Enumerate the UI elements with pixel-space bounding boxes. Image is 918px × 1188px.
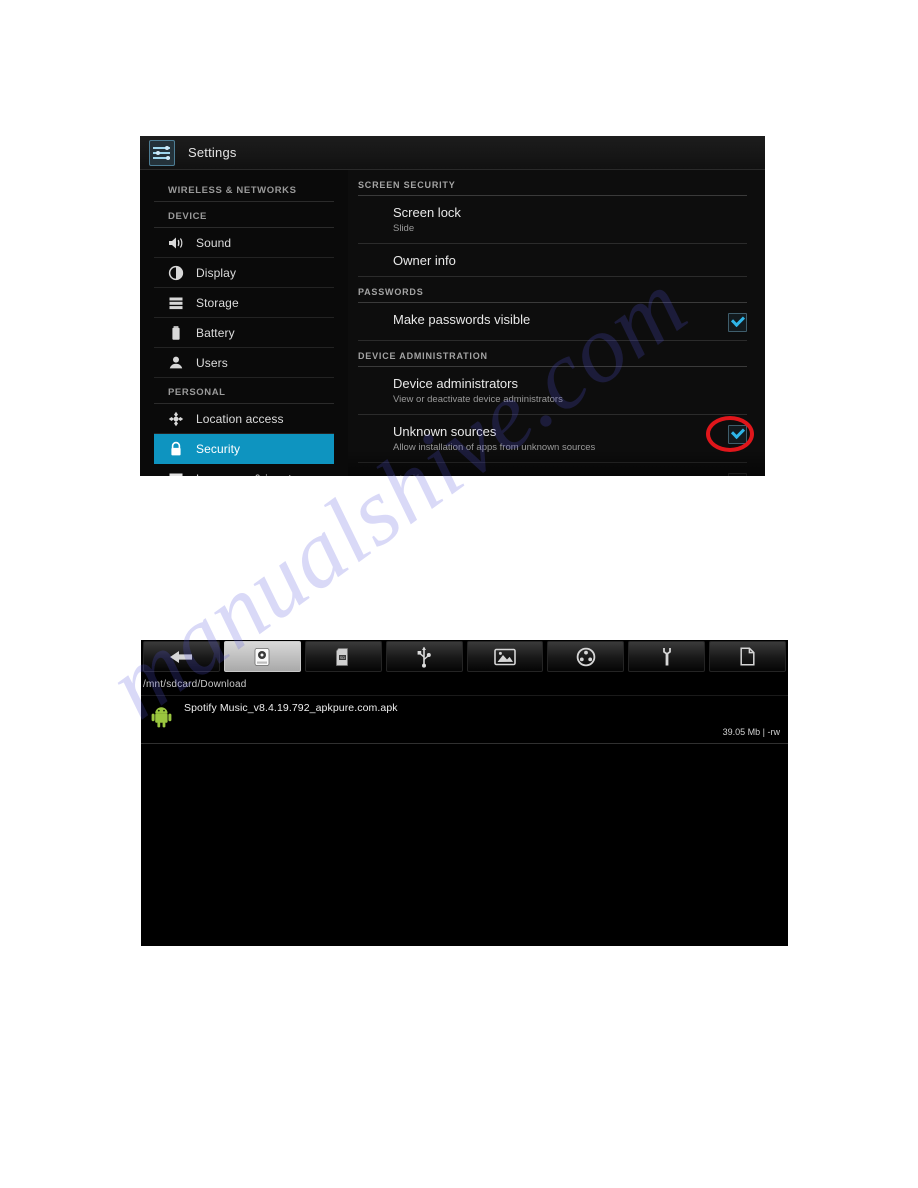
preference-row-verify-apps: Verify apps Disallow or warn before inst… — [358, 463, 747, 476]
preference-subtitle: Allow installation of apps from unknown … — [393, 442, 596, 453]
settings-title-bar: Settings — [140, 136, 765, 170]
section-header-screen-security: SCREEN SECURITY — [358, 170, 747, 196]
file-list-empty-area — [141, 744, 788, 914]
section-header-passwords: PASSWORDS — [358, 277, 747, 303]
user-icon — [168, 355, 184, 371]
sidebar-item-label: Language & input — [196, 472, 292, 477]
document-icon[interactable] — [709, 641, 786, 672]
preference-subtitle: Slide — [393, 223, 415, 234]
settings-body: WIRELESS & NETWORKS DEVICE Sound Display… — [140, 170, 765, 476]
sidebar-item-label: Storage — [196, 295, 239, 310]
sidebar-item-battery[interactable]: Battery — [154, 318, 334, 348]
pref-texts: Owner info — [393, 253, 456, 268]
preference-row-make-passwords-visible[interactable]: Make passwords visible — [358, 303, 747, 341]
preference-row-device-administrators[interactable]: Device administrators View or deactivate… — [358, 367, 747, 415]
sidebar-group-header-device: DEVICE — [154, 202, 334, 228]
android-apk-icon — [151, 705, 172, 728]
usb-icon[interactable] — [385, 641, 463, 672]
pref-texts: Verify apps Disallow or warn before inst… — [393, 472, 665, 476]
sidebar-item-label: Location access — [196, 411, 284, 426]
file-list: Spotify Music_v8.4.19.792_apkpure.com.ap… — [141, 696, 788, 744]
internal-storage-icon[interactable] — [223, 641, 301, 672]
file-manager-toolbar: SD — [141, 640, 788, 673]
sidebar-item-users[interactable]: Users — [154, 348, 334, 378]
file-meta: 39.05 Mb | -rw — [722, 727, 780, 737]
preference-title: Owner info — [393, 253, 456, 268]
android-settings-screenshot: Settings WIRELESS & NETWORKS DEVICE Soun… — [140, 136, 765, 476]
preference-title: Make passwords visible — [393, 312, 531, 327]
sidebar-group-header-wireless: WIRELESS & NETWORKS — [154, 176, 334, 202]
page-title: Settings — [188, 145, 237, 160]
verify-apps-checkbox — [728, 473, 747, 476]
file-name: Spotify Music_v8.4.19.792_apkpure.com.ap… — [184, 702, 398, 714]
sd-card-icon[interactable]: SD — [304, 641, 382, 672]
settings-content-pane: SCREEN SECURITY Screen lock Slide Owner … — [348, 170, 765, 476]
sidebar-item-location-access[interactable]: Location access — [154, 404, 334, 434]
unknown-sources-checkbox[interactable] — [728, 425, 747, 444]
sidebar-item-label: Battery — [196, 325, 235, 340]
storage-icon — [168, 295, 184, 311]
pref-texts: Device administrators View or deactivate… — [393, 376, 563, 406]
list-item[interactable]: Spotify Music_v8.4.19.792_apkpure.com.ap… — [141, 696, 788, 744]
sidebar-item-storage[interactable]: Storage — [154, 288, 334, 318]
svg-text:A: A — [173, 474, 180, 476]
pref-texts: Screen lock Slide — [393, 205, 461, 235]
back-arrow-icon[interactable] — [143, 641, 220, 672]
battery-icon — [168, 325, 184, 341]
sliders-icon — [149, 139, 175, 166]
preference-title: Verify apps — [393, 472, 665, 476]
sidebar-group-header-personal: PERSONAL — [154, 378, 334, 404]
preference-row-unknown-sources[interactable]: Unknown sources Allow installation of ap… — [358, 415, 754, 463]
preference-row-owner-info[interactable]: Owner info — [358, 244, 747, 277]
wrench-icon[interactable] — [628, 641, 706, 672]
lock-icon — [168, 441, 184, 457]
sidebar-item-language-input[interactable]: A Language & input — [154, 464, 334, 476]
preference-title: Unknown sources — [393, 424, 497, 439]
file-manager-screenshot: SD /mnt/sdcard/Download Spotify Music_v8… — [141, 640, 788, 946]
settings-sidebar: WIRELESS & NETWORKS DEVICE Sound Display… — [140, 170, 348, 476]
sidebar-item-security[interactable]: Security — [154, 434, 334, 464]
pref-texts: Make passwords visible — [393, 312, 530, 327]
film-reel-icon[interactable] — [547, 641, 625, 672]
sidebar-item-label: Sound — [196, 235, 232, 250]
preference-row-screen-lock[interactable]: Screen lock Slide — [358, 196, 747, 244]
pref-texts: Unknown sources Allow installation of ap… — [393, 424, 595, 454]
svg-text:SD: SD — [340, 655, 346, 660]
location-crosshair-icon — [168, 411, 184, 427]
sidebar-item-sound[interactable]: Sound — [154, 228, 334, 258]
brightness-icon — [168, 265, 184, 281]
speaker-icon — [168, 235, 184, 251]
preference-title: Device administrators — [393, 376, 518, 391]
sidebar-item-label: Security — [196, 442, 241, 456]
preference-subtitle: View or deactivate device administrators — [393, 394, 563, 405]
section-header-device-administration: DEVICE ADMINISTRATION — [358, 341, 747, 367]
sidebar-item-label: Users — [196, 355, 228, 370]
sidebar-item-display[interactable]: Display — [154, 258, 334, 288]
keyboard-a-icon: A — [168, 471, 184, 476]
sidebar-item-label: Display — [196, 265, 237, 280]
preference-title: Screen lock — [393, 205, 461, 220]
image-icon[interactable] — [466, 641, 544, 672]
make-passwords-visible-checkbox[interactable] — [728, 313, 747, 332]
file-path-breadcrumb: /mnt/sdcard/Download — [141, 673, 788, 696]
